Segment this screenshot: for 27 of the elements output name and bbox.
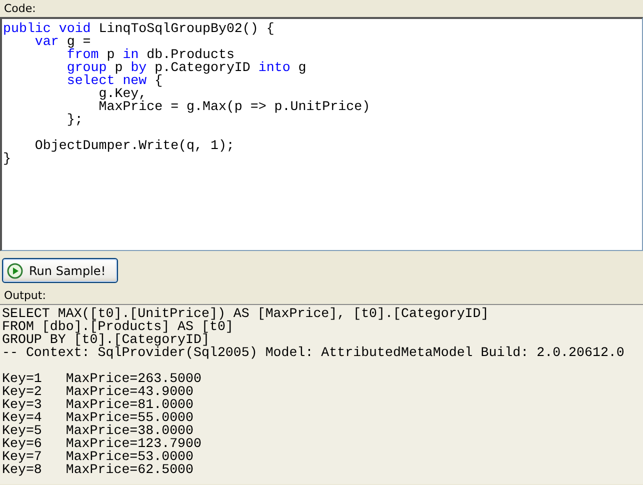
code-line: select new { xyxy=(66,74,163,87)
output-line: SELECT MAX([t0].[UnitPrice]) AS [MaxPrice], [t0].[CategoryID] xyxy=(2,307,489,320)
code-line: public void LinqToSqlGroupBy02() { xyxy=(3,22,274,35)
output-label: Output: xyxy=(3,288,47,304)
output-line: -- Context: SqlProvider(Sql2005) Model: AttributedMetaModel Build: 2.0.20612.0 xyxy=(2,346,624,359)
output-line: Key=1 MaxPrice=263.5000 xyxy=(2,372,202,385)
play-icon xyxy=(7,262,23,278)
code-line: group p by p.CategoryID into g xyxy=(66,61,306,74)
code-line: MaxPrice = g.Max(p => p.UnitPrice) xyxy=(98,100,370,113)
output-line: Key=7 MaxPrice=53.0000 xyxy=(2,450,194,463)
code-line: g.Key, xyxy=(98,87,147,100)
output-line: Key=3 MaxPrice=81.0000 xyxy=(2,398,194,411)
code-line: ObjectDumper.Write(q, 1); xyxy=(34,139,234,152)
output-line: Key=2 MaxPrice=43.9000 xyxy=(2,385,194,398)
output-line: Key=4 MaxPrice=55.0000 xyxy=(2,411,194,424)
code-line: }; xyxy=(66,113,83,126)
output-line: Key=8 MaxPrice=62.5000 xyxy=(2,463,194,476)
output-line: Key=5 MaxPrice=38.0000 xyxy=(2,424,194,437)
output-line: Key=6 MaxPrice=123.7900 xyxy=(2,437,202,450)
output-line: GROUP BY [t0].[CategoryID] xyxy=(2,333,210,346)
code-line: from p in db.Products xyxy=(66,48,234,61)
code-editor[interactable]: public void LinqToSqlGroupBy02() { var g = from p in db.Products group p by p.CategoryID into g select new { g.Key, MaxPrice = g.Max(p => p.UnitPrice) }; ObjectDumper.Write(q, 1); } xyxy=(0,17,643,251)
output-line: FROM [dbo].[Products] AS [t0] xyxy=(2,320,234,333)
code-line: } xyxy=(3,152,11,165)
run-sample-button[interactable]: Run Sample! xyxy=(2,258,118,283)
code-line: var g = xyxy=(34,35,91,48)
code-label: Code: xyxy=(3,1,37,17)
